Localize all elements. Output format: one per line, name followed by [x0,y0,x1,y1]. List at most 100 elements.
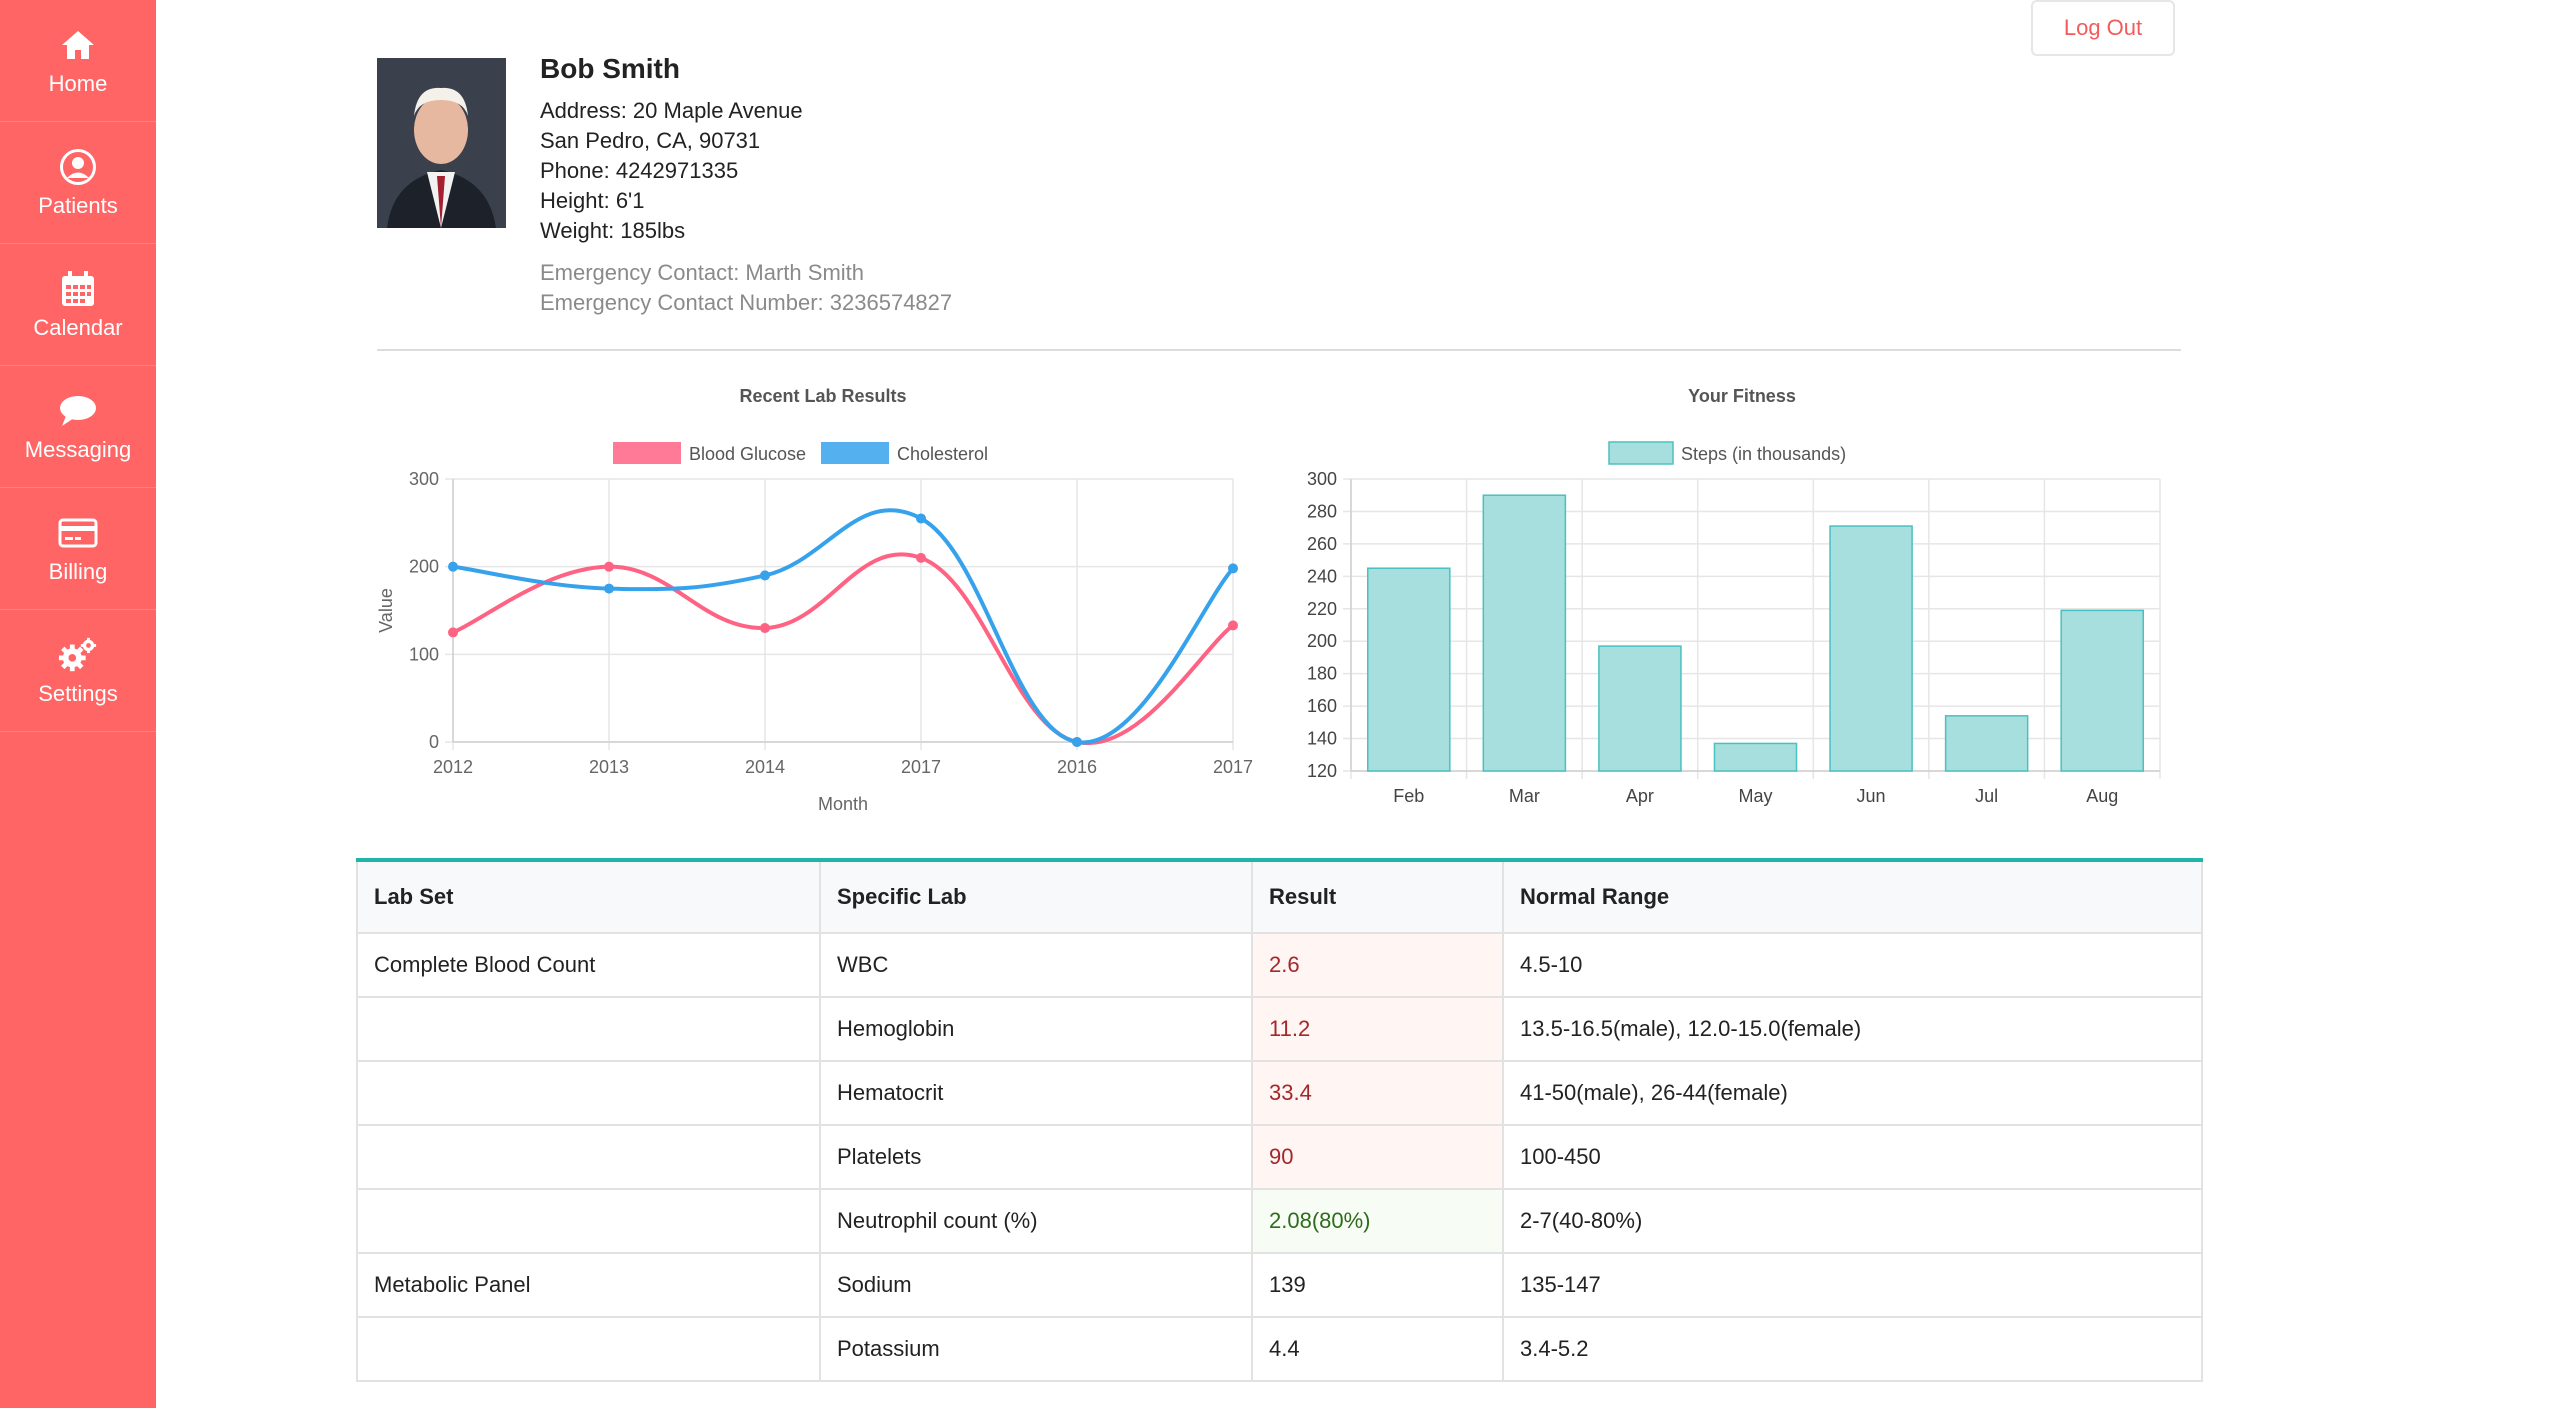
bar [1829,525,1913,772]
specific-lab-cell: Platelets [819,1124,1253,1190]
y-tick-label: 200 [409,557,439,577]
table-row: Hemoglobin 11.2 13.5-16.5(male), 12.0-15.0… [356,996,2203,1062]
sidebar-item-calendar[interactable]: Calendar [0,244,156,366]
normal-range-cell: 3.4-5.2 [1502,1316,2203,1382]
data-point [760,623,770,634]
patient-profile: Bob Smith Address: 20 Maple Avenue San P… [540,52,952,318]
series-line [452,552,1235,746]
sidebar-item-label: Settings [38,680,118,706]
column-header: Lab Set [356,859,821,934]
emergency-contact-number: Emergency Contact Number: 3236574827 [540,290,953,315]
result-cell: 33.4 [1251,1060,1504,1126]
normal-range-cell: 2-7(40-80%) [1502,1188,2203,1254]
data-point [448,627,458,638]
y-tick-label: 180 [1307,664,1337,684]
data-point [1072,737,1082,747]
bar [1367,567,1451,772]
legend-swatch [613,442,681,464]
sidebar-item-home[interactable]: Home [0,0,156,122]
sidebar-item-patients[interactable]: Patients [0,122,156,244]
y-axis-label: Value [376,588,396,633]
column-header: Specific Lab [819,859,1253,934]
x-tick-label: 2017 [1213,757,1253,777]
patient-phone: Phone: 4242971335 [540,158,739,183]
sidebar-item-label: Calendar [33,314,123,340]
table-row: Neutrophil count (%) 2.08(80%) 2-7(40-80%) [356,1188,2203,1254]
table-row: Hematocrit 33.4 41-50(male), 26-44(female) [356,1060,2203,1126]
x-tick-label: 2017 [901,757,941,777]
lab-set-cell [356,1316,821,1382]
y-tick-label: 140 [1307,729,1337,749]
x-tick-label: 2013 [589,757,629,777]
x-tick-label: May [1738,786,1772,806]
sidebar-item-label: Billing [48,558,108,584]
x-tick-label: Apr [1626,786,1654,806]
lab-set-cell [356,1188,821,1254]
lab-set-cell: Complete Blood Count [356,932,821,998]
table-row: Complete Blood Count WBC 2.6 4.5-10 [356,932,2203,998]
sidebar-item-label: Home [48,70,108,96]
x-tick-label: 2012 [433,757,473,777]
y-tick-label: 300 [409,469,439,489]
x-axis-label: Month [818,794,868,814]
logout-button[interactable]: Log Out [2031,0,2175,56]
series-line [452,508,1235,745]
data-point [760,570,770,581]
bar [1482,494,1567,772]
patient-city: San Pedro, CA, 90731 [540,128,761,153]
patient-height: Height: 6'1 [540,188,645,213]
normal-range-cell: 135-147 [1502,1252,2203,1318]
chart-title: Recent Lab Results [739,386,906,406]
table-row: Potassium 4.4 3.4-5.2 [356,1316,2203,1382]
gears-icon [58,635,98,675]
normal-range-cell: 4.5-10 [1502,932,2203,998]
sidebar: Home Patients Calendar Messaging Billing… [0,0,156,1408]
y-tick-label: 260 [1307,534,1337,554]
section-divider [377,349,2181,351]
specific-lab-cell: Hematocrit [819,1060,1253,1126]
specific-lab-cell: Hemoglobin [819,996,1253,1062]
sidebar-item-label: Messaging [24,436,132,462]
patient-weight: Weight: 185lbs [540,218,686,243]
result-cell: 2.6 [1251,932,1504,998]
data-point [604,561,614,572]
data-point [916,552,926,563]
column-header: Normal Range [1502,859,2203,934]
credit-card-icon [58,513,98,553]
patient-name: Bob Smith [540,53,680,84]
emergency-contact: Emergency Contact: Marth Smith [540,260,865,285]
calendar-icon [58,269,98,309]
data-point [1228,563,1238,574]
bar [1944,715,2029,772]
home-icon [58,25,98,65]
lab-set-cell [356,1124,821,1190]
x-tick-label: 2014 [745,757,785,777]
sidebar-item-messaging[interactable]: Messaging [0,366,156,488]
lab-results-table: Lab Set Specific Lab Result Normal Range… [356,858,2203,1382]
y-tick-label: 0 [429,732,439,752]
x-tick-label: Mar [1509,786,1540,806]
sidebar-item-billing[interactable]: Billing [0,488,156,610]
result-cell: 11.2 [1251,996,1504,1062]
table-row: Metabolic Panel Sodium 139 135-147 [356,1252,2203,1318]
column-header: Result [1251,859,1504,934]
lab-set-cell [356,1060,821,1126]
normal-range-cell: 41-50(male), 26-44(female) [1502,1060,2203,1126]
x-tick-label: Aug [2086,786,2118,806]
specific-lab-cell: Sodium [819,1252,1253,1318]
table-header-row: Lab Set Specific Lab Result Normal Range [356,859,2203,934]
data-point [604,583,614,594]
x-tick-label: Feb [1393,786,1424,806]
y-tick-label: 100 [409,644,439,664]
specific-lab-cell: Neutrophil count (%) [819,1188,1253,1254]
result-cell: 139 [1251,1252,1504,1318]
result-cell: 2.08(80%) [1251,1188,1504,1254]
chart-title: Your Fitness [1688,386,1796,406]
legend-swatch [1608,441,1674,465]
y-tick-label: 300 [1307,469,1337,489]
legend-label: Blood Glucose [689,444,806,464]
result-cell: 90 [1251,1124,1504,1190]
y-tick-label: 120 [1307,761,1337,781]
lab-set-cell [356,996,821,1062]
sidebar-item-settings[interactable]: Settings [0,610,156,732]
